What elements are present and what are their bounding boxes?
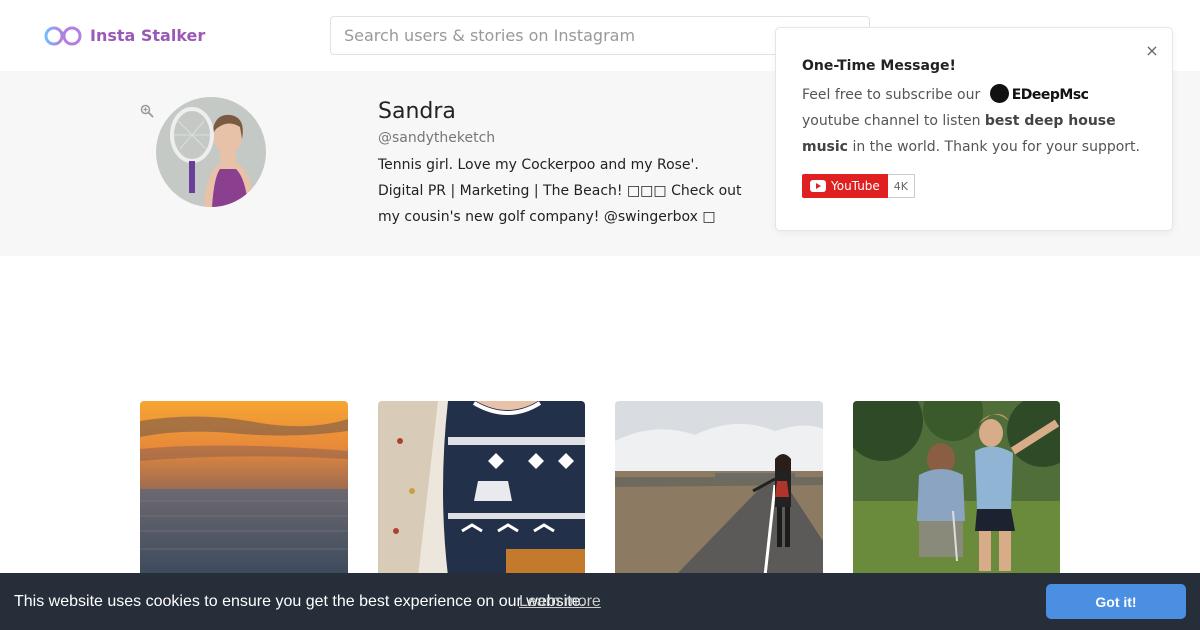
- profile-bio: Tennis girl. Love my Cockerpoo and my Ro…: [378, 157, 742, 225]
- golf-lesson-image: [853, 401, 1060, 576]
- popup-text-before: Feel free to subscribe our: [802, 87, 981, 103]
- cookie-message: This website uses cookies to ensure you …: [14, 593, 585, 610]
- youtube-label: YouTube: [831, 179, 880, 193]
- profile-name: Sandra: [378, 99, 456, 124]
- post-thumbnail-road[interactable]: [615, 401, 823, 576]
- cookie-consent-bar: This website uses cookies to ensure you …: [0, 573, 1200, 630]
- post-thumbnail-sweater[interactable]: [378, 401, 585, 576]
- sunset-sea-image: [140, 401, 348, 576]
- got-it-button[interactable]: Got it!: [1046, 584, 1186, 619]
- popup-body: Feel free to subscribe our EDeepMsc yout…: [802, 82, 1152, 160]
- brand-name[interactable]: EDeepMsc: [1012, 87, 1089, 103]
- zoom-icon[interactable]: [140, 104, 154, 118]
- one-time-message-popup: × One-Time Message! Feel free to subscri…: [775, 27, 1173, 231]
- youtube-subscribe-button[interactable]: YouTube: [802, 174, 888, 198]
- profile-avatar[interactable]: [156, 97, 266, 207]
- woman-on-road-image: [615, 401, 823, 576]
- logo-text: Insta Stalker: [90, 25, 206, 45]
- learn-more-link[interactable]: Learn more: [519, 593, 601, 611]
- popup-title: One-Time Message!: [802, 58, 956, 74]
- popup-text-mid: youtube channel to listen: [802, 113, 981, 129]
- glasses-logo-icon: [44, 26, 82, 46]
- reindeer-sweater-image: [378, 401, 585, 576]
- youtube-play-icon: [810, 180, 826, 192]
- popup-text-after: in the world. Thank you for your support…: [852, 139, 1140, 155]
- youtube-subscribe-widget: YouTube 4K: [802, 174, 916, 198]
- brand-logo-icon: [989, 84, 1009, 103]
- profile-handle: @sandytheketch: [378, 130, 496, 146]
- close-icon[interactable]: ×: [1144, 43, 1160, 59]
- avatar-image: [156, 97, 266, 207]
- post-thumbnail-golf[interactable]: [853, 401, 1060, 576]
- youtube-subscriber-count: 4K: [887, 174, 916, 198]
- site-logo[interactable]: Insta Stalker: [44, 22, 205, 48]
- post-thumbnail-sunset[interactable]: [140, 401, 348, 576]
